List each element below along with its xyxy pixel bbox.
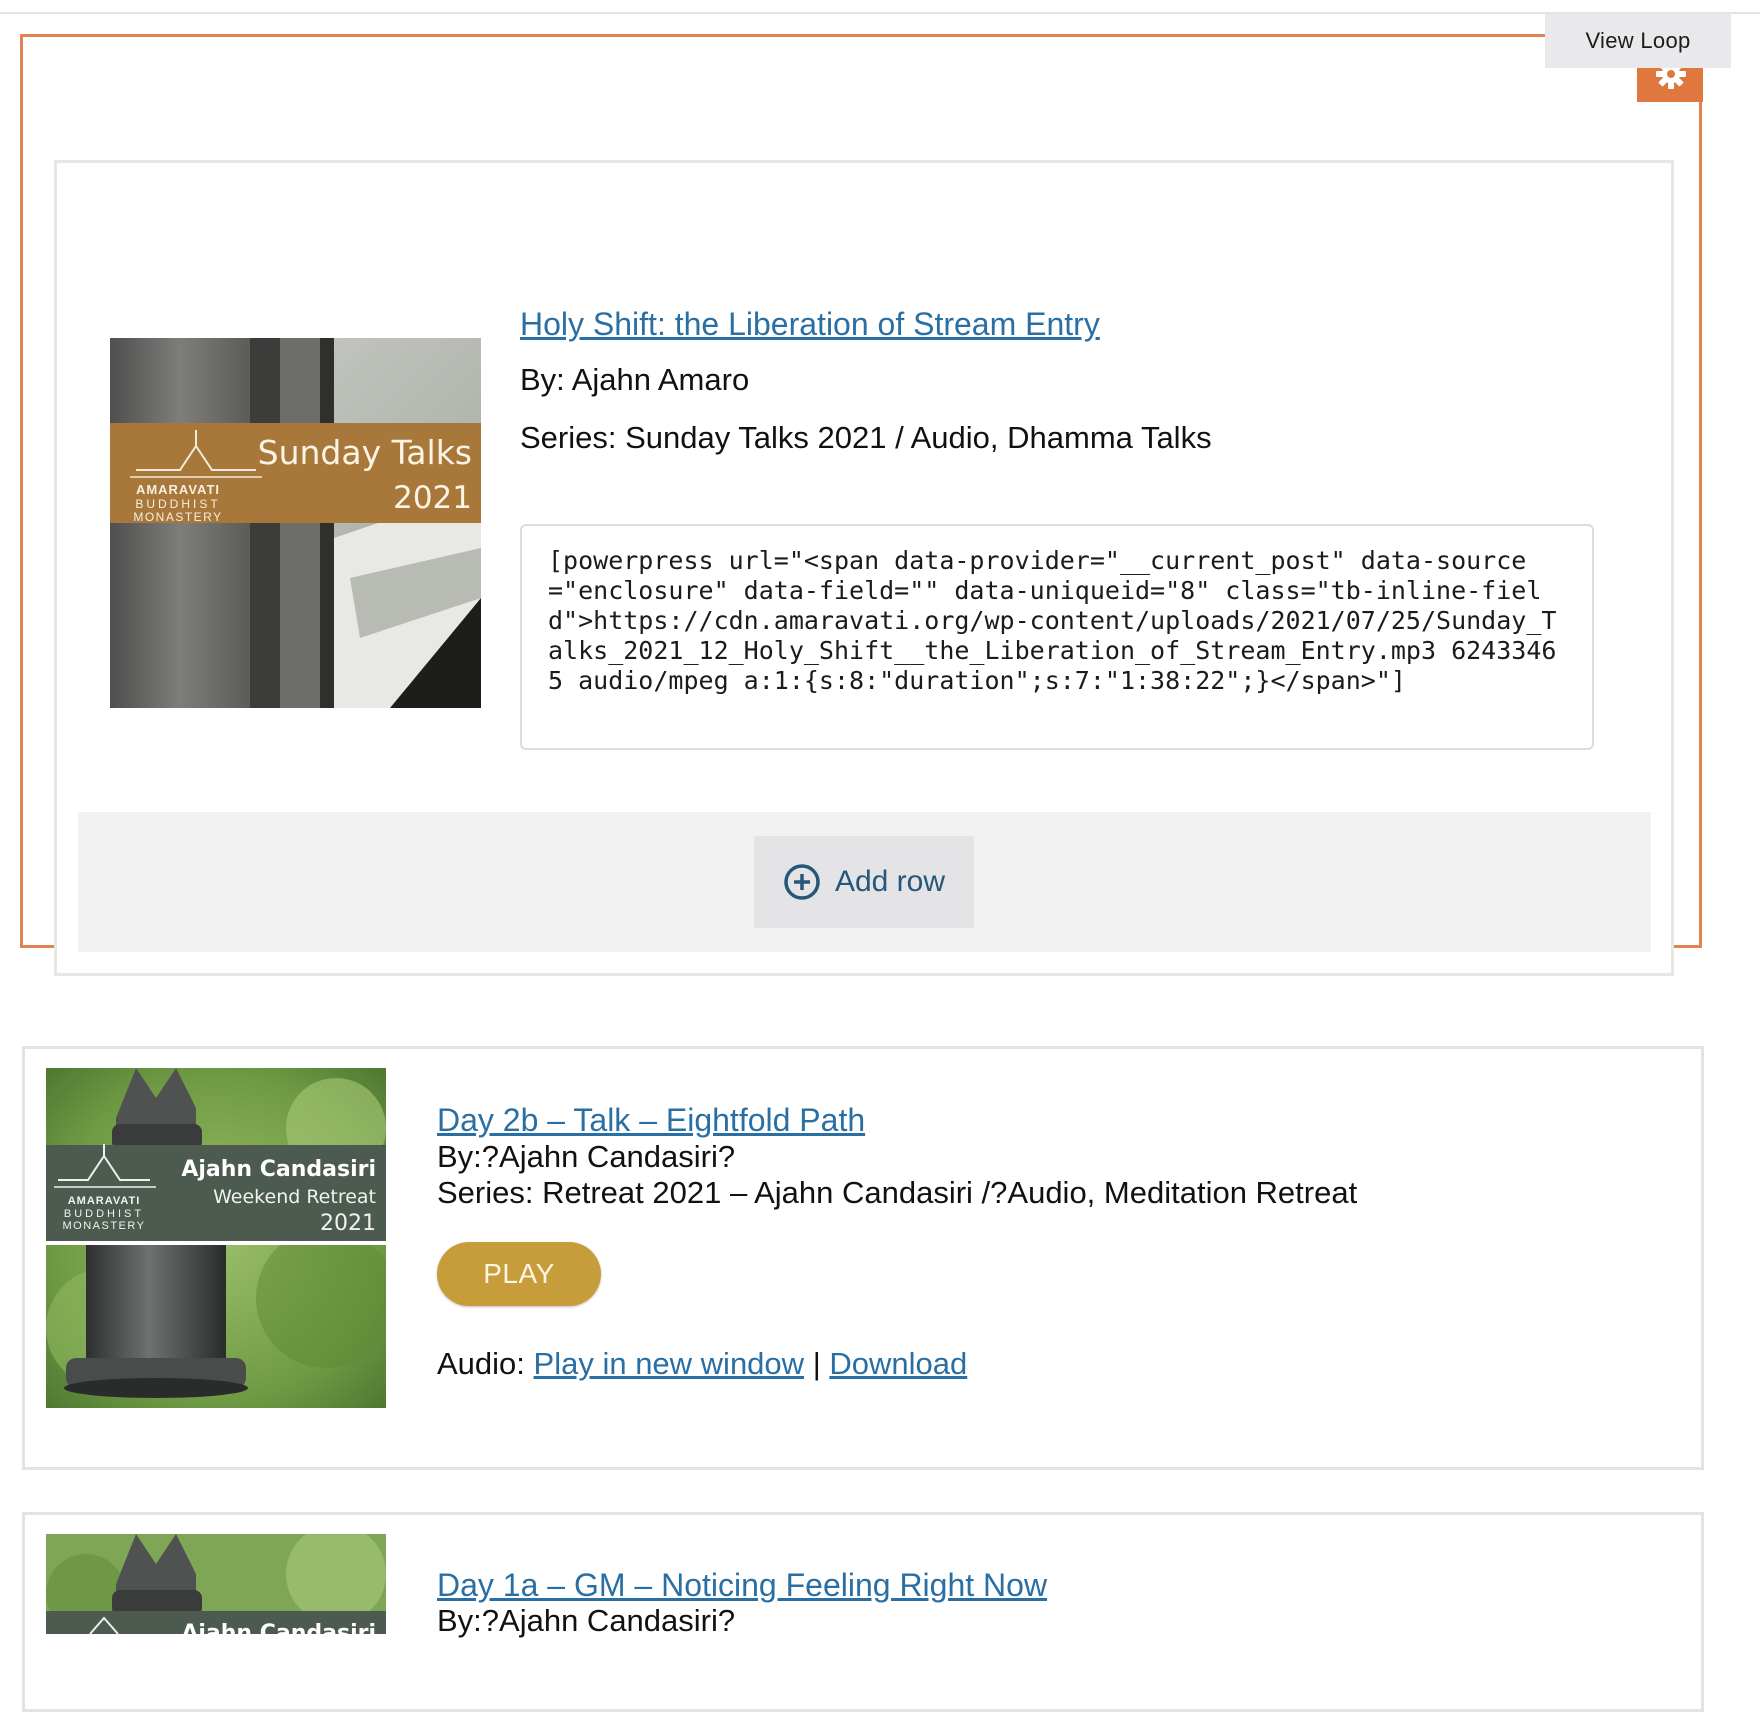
audio-label: Audio: [437,1346,525,1381]
module-settings-tab[interactable] [1637,68,1703,102]
thumb-banner-title: Ajahn Candasiri [181,1157,376,1182]
post-author: By:?Ajahn Candasiri? [437,1139,736,1174]
post-thumbnail[interactable]: AMARAVATI BUDDHIST MONASTERY Sunday Talk… [110,338,481,708]
post-thumbnail[interactable]: Ajahn Candasiri [46,1534,386,1634]
thumb-logo-line1: AMARAVATI [136,482,220,497]
post-series: Series: Retreat 2021 – Ajahn Candasiri /… [437,1175,1358,1210]
thumb-banner-title: Sunday Talks [258,433,472,472]
thumb-logo-line2: BUDDHIST [64,1208,144,1220]
plus-circle-icon [784,864,820,900]
post-title-link[interactable]: Holy Shift: the Liberation of Stream Ent… [520,306,1100,343]
view-loop-button[interactable]: View Loop [1545,14,1731,68]
play-button[interactable]: PLAY [437,1242,601,1306]
add-row-button[interactable]: Add row [754,836,974,928]
thumb-logo-line3: MONASTERY [133,510,222,524]
thumb-banner-year: 2021 [320,1211,376,1236]
add-row-label: Add row [834,865,946,898]
powerpress-shortcode: [powerpress url="<span data-provider="__… [520,524,1594,750]
thumb-logo-line3: MONASTERY [63,1220,146,1232]
link-separator: | [812,1346,821,1381]
thumb-banner-subtitle: Weekend Retreat [213,1186,376,1208]
post-author: By:?Ajahn Candasiri? [437,1603,736,1638]
post-title-link[interactable]: Day 2b – Talk – Eightfold Path [437,1102,865,1139]
gear-icon[interactable] [1656,68,1686,96]
post-series: Series: Sunday Talks 2021 / Audio, Dhamm… [520,420,1212,455]
audio-links: Audio: Play in new window | Download [437,1346,967,1382]
post-thumbnail[interactable]: AMARAVATI BUDDHIST MONASTERY Ajahn Canda… [46,1068,386,1408]
thumb-banner-year: 2021 [393,480,472,516]
thumb-logo-line2: BUDDHIST [135,497,220,511]
download-link[interactable]: Download [829,1346,967,1381]
top-divider [0,0,1760,14]
post-author: By: Ajahn Amaro [520,362,750,397]
post-title-link[interactable]: Day 1a – GM – Noticing Feeling Right Now [437,1567,1047,1604]
play-in-new-window-link[interactable]: Play in new window [534,1346,805,1381]
thumb-logo-line1: AMARAVATI [68,1195,141,1207]
